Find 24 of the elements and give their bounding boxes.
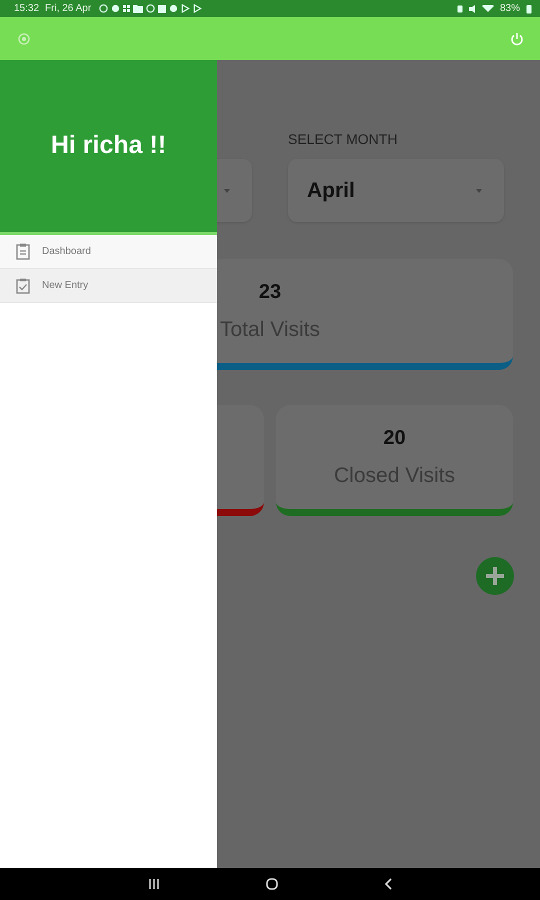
month-label: SELECT MONTH [288, 131, 398, 147]
recents-icon[interactable] [148, 878, 160, 890]
circle-icon [146, 4, 156, 13]
drawer-item[interactable]: Dashboard [0, 235, 217, 269]
checklist-icon [16, 278, 30, 294]
mute-icon [468, 4, 476, 12]
folder-icon [133, 4, 144, 12]
drawer-item[interactable]: New Entry [0, 269, 217, 303]
greeting: Hi richa !! [50, 130, 166, 160]
stat-value: 20 [383, 427, 406, 450]
battery-icon [526, 4, 532, 14]
stat-value: 23 [258, 281, 282, 304]
status-time: 15:32 [14, 3, 40, 14]
grid-icon [123, 5, 130, 12]
battery-level: 83% [500, 3, 520, 14]
back-icon[interactable] [384, 878, 392, 890]
home-icon[interactable] [266, 878, 278, 890]
caret-icon [476, 188, 482, 192]
month-dropdown[interactable]: April [288, 159, 504, 222]
clipboard-icon [16, 243, 30, 260]
wifi-icon [482, 5, 494, 12]
status-date: Fri, 26 Apr [45, 3, 92, 14]
caret-icon [224, 188, 230, 192]
add-button[interactable] [476, 557, 514, 595]
